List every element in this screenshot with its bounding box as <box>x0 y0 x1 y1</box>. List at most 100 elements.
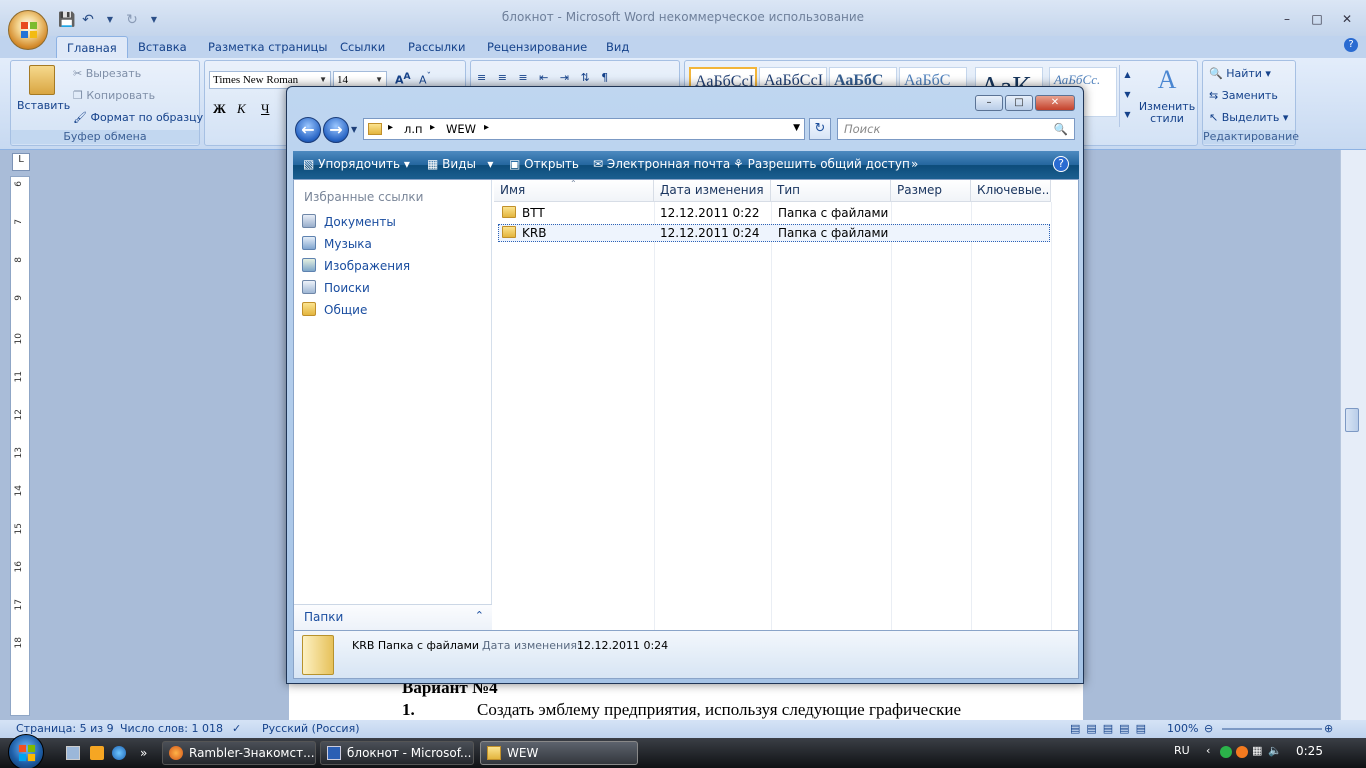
address-dropdown-icon[interactable]: ▼ <box>793 123 800 133</box>
back-button[interactable]: ← <box>295 117 321 143</box>
system-tray: RU ‹ ▦ 🔈 0:25 <box>1166 738 1366 768</box>
favorite-link-documents[interactable]: Документы <box>302 214 396 229</box>
find-button[interactable]: 🔍 Найти ▾ <box>1209 67 1271 80</box>
icq-icon[interactable] <box>1220 746 1232 758</box>
tab-insert[interactable]: Вставка <box>138 40 187 54</box>
tab-review[interactable]: Рецензирование <box>487 40 587 54</box>
taskbar-button-word[interactable]: блокнот - Microsof... <box>320 741 474 765</box>
search-icon[interactable]: 🔍 <box>1054 119 1068 139</box>
maximize-button[interactable]: □ <box>1304 10 1330 28</box>
file-row[interactable]: BTT 12.12.2011 0:22 Папка с файлами <box>498 205 1050 223</box>
ruler-tab-selector[interactable]: L <box>12 153 30 171</box>
favorite-link-music[interactable]: Музыка <box>302 236 372 251</box>
favorite-link-pictures[interactable]: Изображения <box>302 258 410 273</box>
email-button[interactable]: ✉ Электронная почта <box>593 157 730 171</box>
tray-expand-icon[interactable]: ‹ <box>1206 744 1210 757</box>
explorer-close-button[interactable]: ✕ <box>1035 95 1075 111</box>
shrink-font-button[interactable]: Aˇ <box>419 71 431 87</box>
grow-font-button[interactable]: AA <box>395 71 411 87</box>
network-icon[interactable]: ▦ <box>1252 744 1262 757</box>
tab-page-layout[interactable]: Разметка страницы <box>208 40 327 54</box>
bold-button[interactable]: Ж <box>213 101 226 117</box>
search-input[interactable]: Поиск 🔍 <box>837 118 1075 140</box>
word-count[interactable]: Число слов: 1 018 <box>120 722 223 735</box>
taskbar-button-rambler[interactable]: Rambler-Знакомст... <box>162 741 316 765</box>
share-button[interactable]: ⚘ Разрешить общий доступ <box>733 157 910 171</box>
refresh-button[interactable]: ↻ <box>809 118 831 140</box>
document-page[interactable]: Вариант №4 1. Создать эмблему предприяти… <box>289 678 1083 720</box>
copy-button[interactable]: ❐ Копировать <box>73 89 155 102</box>
column-header-type[interactable]: Тип <box>771 180 891 202</box>
cut-button[interactable]: ✂ Вырезать <box>73 67 141 80</box>
favorite-link-searches[interactable]: Поиски <box>302 280 370 295</box>
scrollbar-thumb[interactable] <box>1345 408 1359 432</box>
tab-mailings[interactable]: Рассылки <box>408 40 465 54</box>
vertical-scrollbar[interactable] <box>1340 150 1366 720</box>
ruler-number: 14 <box>14 485 24 497</box>
views-button[interactable]: ▦ Виды ▾ <box>427 157 493 171</box>
taskbar-button-label: Rambler-Знакомст... <box>189 746 315 760</box>
italic-button[interactable]: К <box>237 101 246 117</box>
breadcrumb-item[interactable]: WEW <box>446 122 476 136</box>
column-header-date[interactable]: Дата изменения <box>654 180 771 202</box>
favorites-title: Избранные ссылки <box>304 190 424 204</box>
help-icon[interactable]: ? <box>1344 38 1358 52</box>
office-button[interactable] <box>8 10 48 50</box>
file-row-selected[interactable]: KRB 12.12.2011 0:24 Папка с файлами <box>498 224 1050 242</box>
window-controls: – □ ✕ <box>1274 10 1360 28</box>
favorite-link-public[interactable]: Общие <box>302 302 367 317</box>
select-button[interactable]: ↖ Выделить ▾ <box>1209 111 1288 124</box>
language-indicator[interactable]: RU <box>1174 744 1190 757</box>
file-type: Папка с файлами <box>778 226 889 240</box>
explorer-command-bar: ▧ Упорядочить ▾ ▦ Виды ▾ ▣ Открыть ✉ Эле… <box>293 151 1079 179</box>
media-player-icon[interactable] <box>90 746 104 760</box>
page-indicator[interactable]: Страница: 5 из 9 <box>16 722 114 735</box>
format-painter-button[interactable]: 🖌 Формат по образцу <box>73 111 203 124</box>
folders-toggle[interactable]: Папки ⌃ <box>294 604 492 630</box>
zoom-out-icon[interactable]: ⊖ <box>1204 722 1213 735</box>
address-bar[interactable]: ▸ л.п ▸ WEW ▸ ▼ <box>363 118 805 140</box>
recent-pages-dropdown[interactable]: ▼ <box>351 125 357 134</box>
column-header-keywords[interactable]: Ключевые... <box>971 180 1051 202</box>
folder-icon <box>487 746 501 760</box>
tab-home[interactable]: Главная <box>56 36 128 58</box>
pictures-icon <box>302 258 316 272</box>
tab-view[interactable]: Вид <box>606 40 629 54</box>
zoom-in-icon[interactable]: ⊕ <box>1324 722 1333 735</box>
column-header-name[interactable]: Имя ⌃ <box>494 180 654 202</box>
ruler-number: 7 <box>14 219 24 225</box>
internet-explorer-icon[interactable] <box>112 746 126 760</box>
explorer-maximize-button[interactable]: □ <box>1005 95 1033 111</box>
minimize-button[interactable]: – <box>1274 10 1300 28</box>
organize-button[interactable]: ▧ Упорядочить ▾ <box>303 157 410 171</box>
list-buttons[interactable]: ≡ ≡ ≡ ⇤ ⇥ ⇅ ¶ <box>477 71 612 84</box>
change-styles-button[interactable]: A Изменить стили <box>1137 65 1197 125</box>
replace-button[interactable]: ⇆ Заменить <box>1209 89 1278 102</box>
zoom-level[interactable]: 100% <box>1167 722 1198 735</box>
tab-references[interactable]: Ссылки <box>340 40 385 54</box>
zoom-slider[interactable] <box>1222 728 1322 730</box>
paste-button[interactable]: Вставить <box>17 65 70 125</box>
find-label: Найти <box>1226 67 1262 80</box>
volume-icon[interactable]: 🔈 <box>1268 744 1282 757</box>
styles-scroll[interactable]: ▲ ▼ ▼ <box>1119 65 1135 127</box>
explorer-minimize-button[interactable]: – <box>975 95 1003 111</box>
show-desktop-icon[interactable] <box>66 746 80 760</box>
view-buttons[interactable]: ▤▤▤▤▤ <box>1070 722 1152 735</box>
tray-app-icon[interactable] <box>1236 746 1248 758</box>
open-button[interactable]: ▣ Открыть <box>509 157 579 171</box>
explorer-help-icon[interactable]: ? <box>1053 156 1069 172</box>
clock[interactable]: 0:25 <box>1296 744 1323 758</box>
language-indicator[interactable]: Русский (Россия) <box>262 722 360 735</box>
column-header-size[interactable]: Размер <box>891 180 971 202</box>
underline-button[interactable]: Ч <box>261 101 269 117</box>
proofing-icon[interactable]: ✓ <box>232 722 241 735</box>
start-button[interactable] <box>8 734 44 768</box>
more-commands-button[interactable]: » <box>911 157 918 171</box>
breadcrumb-item[interactable]: л.п <box>404 122 423 136</box>
favorite-label: Поиски <box>324 281 370 295</box>
close-button[interactable]: ✕ <box>1334 10 1360 28</box>
taskbar-button-wew[interactable]: WEW <box>480 741 638 765</box>
forward-button[interactable]: → <box>323 117 349 143</box>
quick-launch-more-icon[interactable]: » <box>140 746 154 760</box>
